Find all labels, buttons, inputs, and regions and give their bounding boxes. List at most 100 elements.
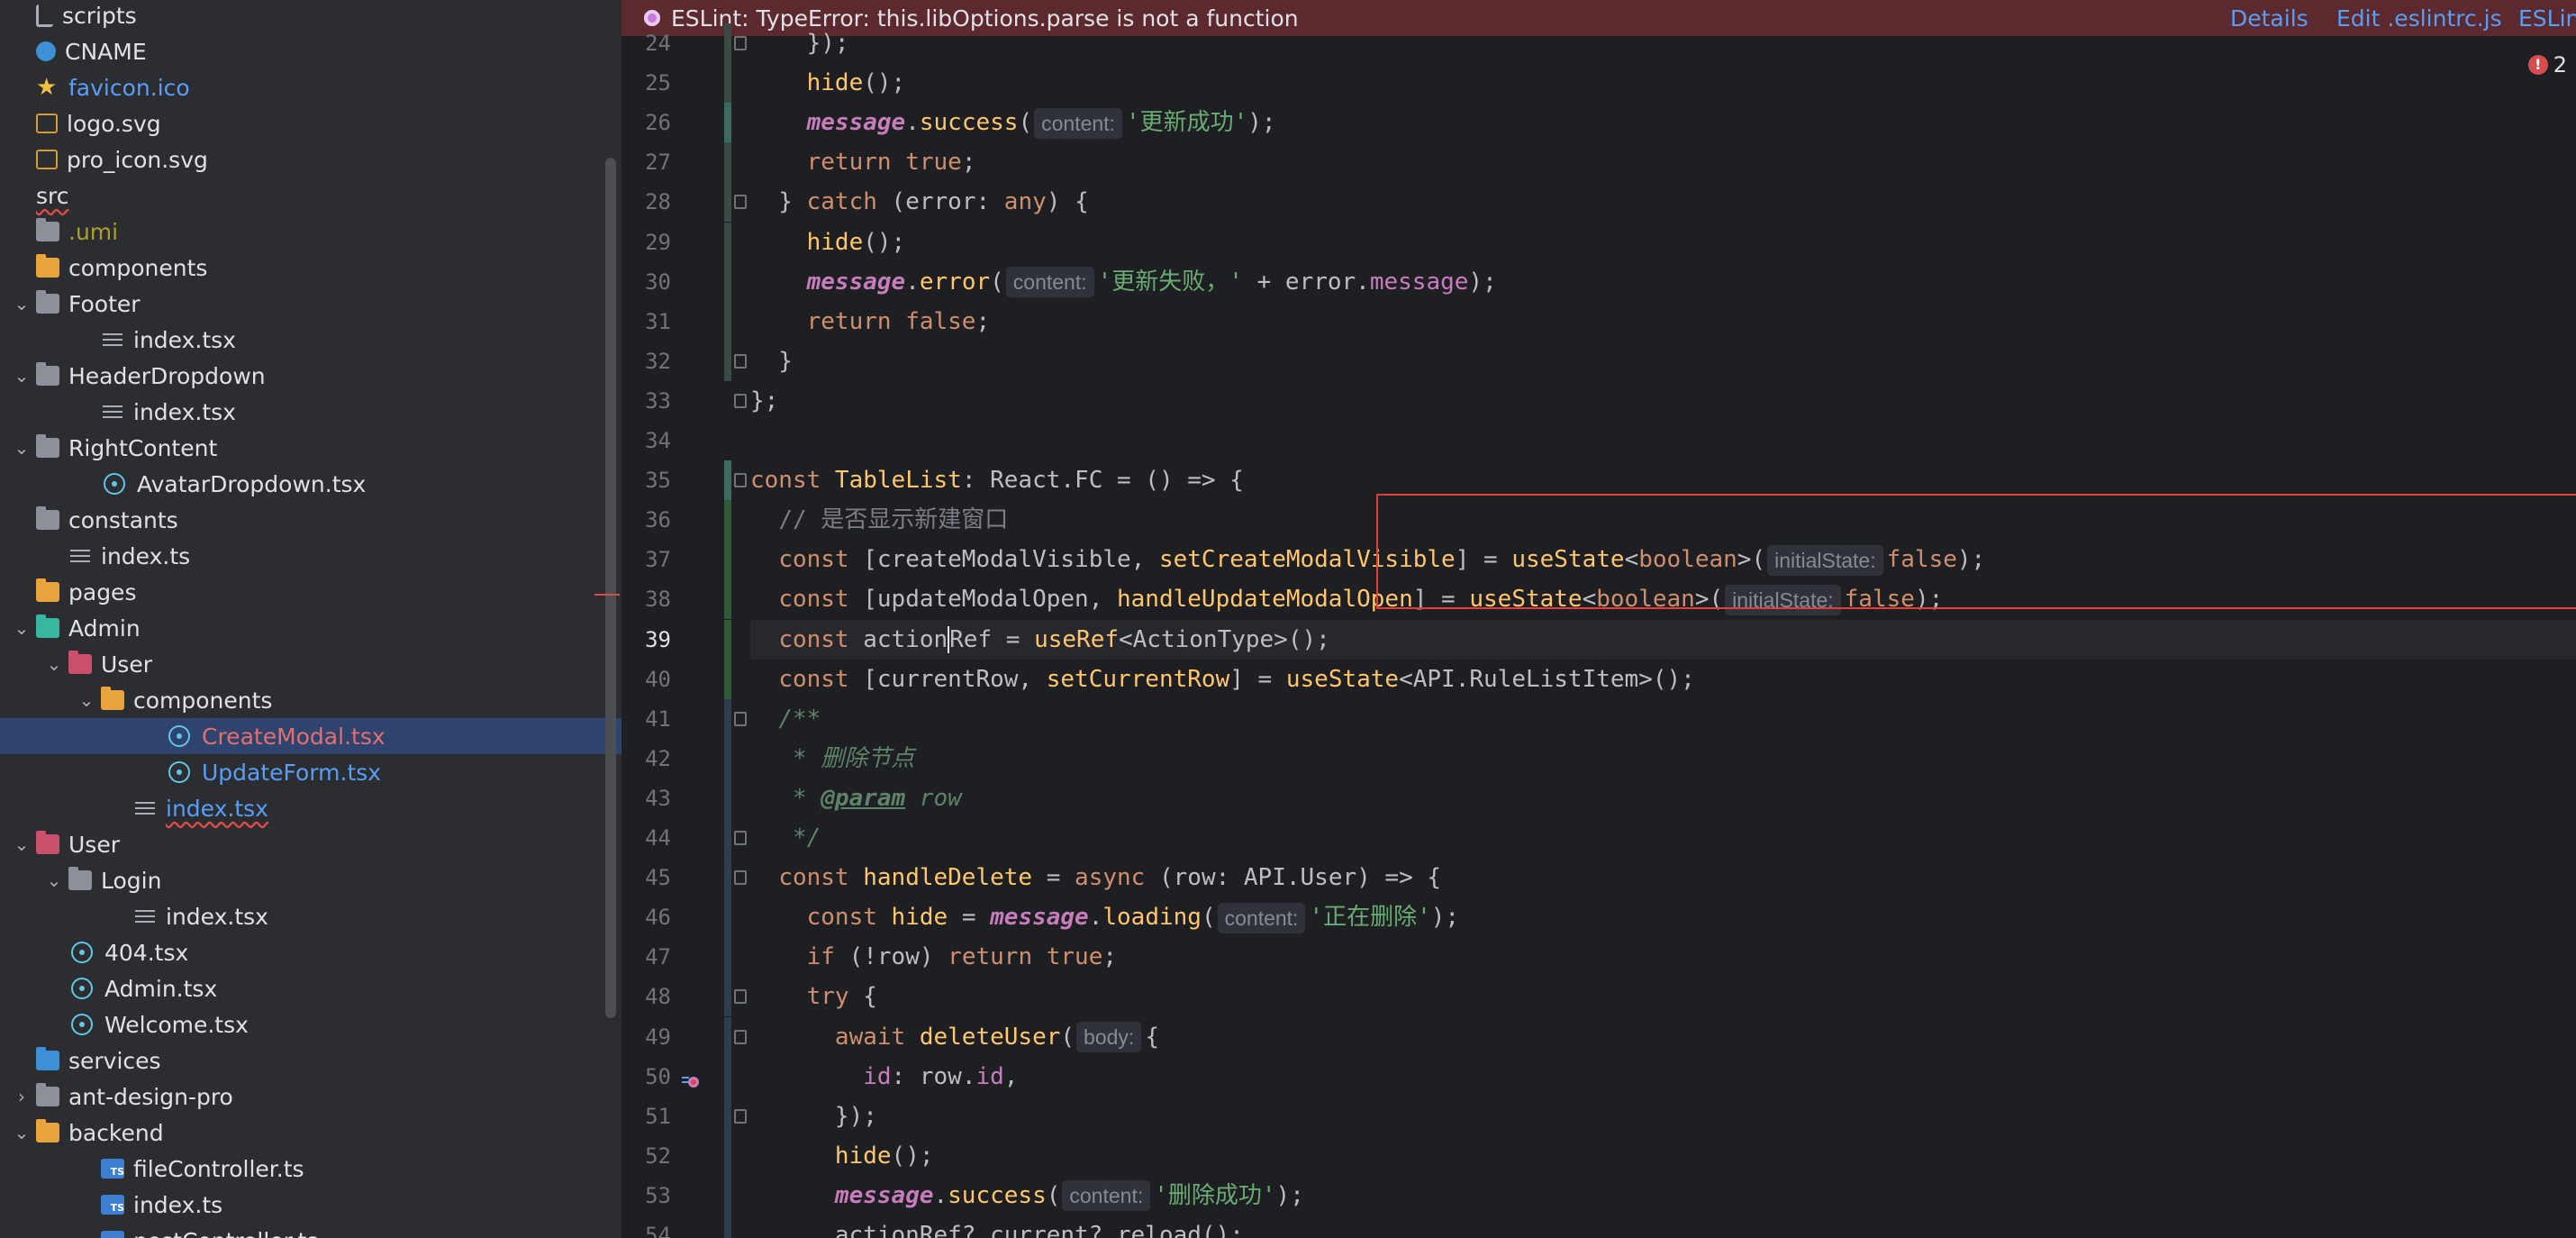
- code-line[interactable]: const hide = message.loading(content: '正在…: [750, 897, 1459, 937]
- code-line[interactable]: const TableList: React.FC = () => {: [750, 460, 1244, 500]
- change-marker[interactable]: [724, 738, 731, 778]
- fold-icon[interactable]: [734, 831, 747, 845]
- change-marker[interactable]: [724, 1056, 731, 1097]
- code-line[interactable]: return false;: [750, 302, 991, 341]
- change-marker[interactable]: [724, 182, 731, 223]
- code-line[interactable]: return true;: [750, 142, 976, 182]
- fold-icon[interactable]: [734, 353, 747, 369]
- code-line[interactable]: }: [750, 341, 793, 381]
- code-line[interactable]: hide();: [750, 1136, 934, 1176]
- code-line[interactable]: } catch (error: any) {: [750, 182, 1088, 222]
- tree-item[interactable]: CreateModal.tsx: [0, 718, 621, 754]
- code-line[interactable]: message.error(content: '更新失败，' + error.me…: [750, 262, 1497, 302]
- tree-item[interactable]: index.tsx: [0, 394, 621, 430]
- code-line[interactable]: const [updateModalOpen, handleUpdateModa…: [750, 579, 1943, 619]
- tree-item[interactable]: scripts: [0, 0, 621, 33]
- eslint-link[interactable]: ESLint: [2518, 5, 2576, 32]
- code-line[interactable]: actionRef?.current?.reload();: [750, 1215, 1244, 1238]
- tree-item[interactable]: services: [0, 1042, 621, 1079]
- code-line[interactable]: const actionRef = useRef<ActionType>();: [750, 619, 2576, 660]
- code-line[interactable]: /**: [750, 699, 821, 739]
- change-marker[interactable]: [724, 1215, 731, 1238]
- code-line[interactable]: hide();: [750, 223, 906, 262]
- change-marker[interactable]: [724, 1016, 731, 1057]
- tree-item[interactable]: Welcome.tsx: [0, 1006, 621, 1042]
- chevron-right-icon[interactable]: ›: [7, 1086, 36, 1107]
- tree-item[interactable]: .umi: [0, 214, 621, 250]
- code-area[interactable]: }); hide(); message.success(content: '更新成…: [750, 30, 2576, 1238]
- code-line[interactable]: if (!row) return true;: [750, 937, 1117, 977]
- code-line[interactable]: message.success(content: '更新成功');: [750, 103, 1276, 142]
- change-marker[interactable]: [724, 778, 731, 818]
- tree-item[interactable]: src: [0, 178, 621, 214]
- problems-indicator[interactable]: ! 2: [2527, 52, 2567, 77]
- tree-item[interactable]: TS fileController.ts: [0, 1151, 621, 1187]
- tree-item[interactable]: components: [0, 250, 621, 286]
- code-line[interactable]: try {: [750, 977, 877, 1016]
- code-line[interactable]: const [currentRow, setCurrentRow] = useS…: [750, 660, 1695, 699]
- tree-item[interactable]: Admin.tsx: [0, 970, 621, 1006]
- change-marker[interactable]: [724, 23, 731, 64]
- tree-item[interactable]: ⌄ User: [0, 646, 621, 682]
- change-marker[interactable]: [724, 103, 731, 143]
- code-line[interactable]: });: [750, 1097, 877, 1136]
- tree-item[interactable]: TS postController.ts: [0, 1223, 621, 1238]
- tree-item[interactable]: pro_icon.svg: [0, 141, 621, 178]
- tree-item[interactable]: ⌄ Login: [0, 862, 621, 898]
- code-line[interactable]: };: [750, 381, 778, 421]
- change-marker[interactable]: [724, 261, 731, 302]
- tree-item[interactable]: › ant-design-pro: [0, 1079, 621, 1115]
- change-marker[interactable]: [724, 1135, 731, 1176]
- tree-item[interactable]: logo.svg: [0, 105, 621, 141]
- chevron-down-icon[interactable]: ⌄: [7, 1122, 36, 1143]
- tree-item[interactable]: index.tsx: [0, 898, 621, 934]
- tree-scrollbar[interactable]: [605, 158, 616, 1018]
- tree-item[interactable]: ⌄ backend: [0, 1115, 621, 1151]
- change-marker[interactable]: [724, 540, 731, 580]
- tree-item[interactable]: ⌄ Admin: [0, 610, 621, 646]
- tree-item[interactable]: ⌄ User: [0, 826, 621, 862]
- change-marker[interactable]: [724, 897, 731, 938]
- fold-icon[interactable]: [734, 1108, 747, 1124]
- edit-eslintrc-link[interactable]: Edit .eslintrc.js: [2336, 5, 2502, 32]
- tree-item[interactable]: index.ts: [0, 538, 621, 574]
- code-line[interactable]: * @param row: [750, 778, 962, 818]
- change-marker[interactable]: [724, 818, 731, 859]
- fold-icon[interactable]: [734, 989, 747, 1005]
- change-marker[interactable]: [724, 341, 731, 381]
- tree-item[interactable]: ★ favicon.ico: [0, 69, 621, 105]
- fold-icon[interactable]: [734, 36, 747, 50]
- chevron-down-icon[interactable]: ⌄: [7, 293, 36, 314]
- change-marker[interactable]: [724, 977, 731, 1017]
- change-marker[interactable]: [724, 659, 731, 699]
- tree-item[interactable]: AvatarDropdown.tsx: [0, 466, 621, 502]
- fold-icon[interactable]: [734, 195, 747, 210]
- code-line[interactable]: message.success(content: '删除成功');: [750, 1176, 1304, 1215]
- change-marker[interactable]: [724, 937, 731, 978]
- tree-item[interactable]: ⌄ Footer: [0, 286, 621, 322]
- code-line[interactable]: * 删除节点: [750, 739, 914, 778]
- fold-icon[interactable]: [734, 393, 747, 408]
- tree-item[interactable]: pages: [0, 574, 621, 610]
- change-marker[interactable]: [724, 1175, 731, 1215]
- chevron-down-icon[interactable]: ⌄: [40, 869, 68, 891]
- code-line[interactable]: id: row.id,: [750, 1057, 1018, 1097]
- chevron-down-icon[interactable]: ⌄: [7, 365, 36, 387]
- code-editor[interactable]: ESLint: TypeError: this.libOptions.parse…: [621, 0, 2576, 1238]
- change-marker[interactable]: [724, 301, 731, 341]
- code-line[interactable]: */: [750, 818, 821, 858]
- fold-icon[interactable]: [734, 1029, 747, 1044]
- change-marker[interactable]: [724, 698, 731, 739]
- fold-icon[interactable]: [734, 711, 747, 726]
- tree-item[interactable]: CNAME: [0, 33, 621, 69]
- tree-item[interactable]: 404.tsx: [0, 934, 621, 970]
- chevron-down-icon[interactable]: ⌄: [72, 689, 101, 711]
- fold-icon[interactable]: [734, 473, 747, 488]
- change-marker[interactable]: [724, 142, 731, 183]
- tree-item[interactable]: ⌄ HeaderDropdown: [0, 358, 621, 394]
- code-line[interactable]: const [createModalVisible, setCreateModa…: [750, 540, 1985, 579]
- tree-item[interactable]: index.tsx: [0, 322, 621, 358]
- tree-item[interactable]: constants: [0, 502, 621, 538]
- tree-item[interactable]: UpdateForm.tsx: [0, 754, 621, 790]
- change-marker[interactable]: [724, 63, 731, 104]
